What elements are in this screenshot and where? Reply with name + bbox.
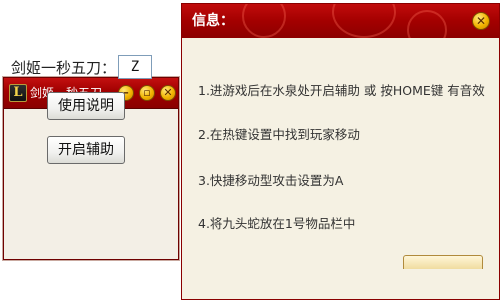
close-icon[interactable]: ✕ (160, 85, 176, 101)
info-titlebar[interactable]: 信息： ✕ (182, 4, 499, 38)
instruction-line: 1.进游戏后在水泉处开启辅助 或 按HOME键 有音效 (198, 83, 485, 98)
instruction-line: 2.在热键设置中找到玩家移动 (198, 127, 360, 142)
confirm-button[interactable] (403, 255, 483, 269)
maximize-icon[interactable]: ▫ (139, 85, 155, 101)
instruction-line: 4.将九头蛇放在1号物品栏中 (198, 216, 356, 231)
close-icon[interactable]: ✕ (472, 12, 490, 30)
desktop: 信息： ✕ 1.进游戏后在水泉处开启辅助 或 按HOME键 有音效 2.在热键设… (0, 0, 500, 300)
titlebar-ornament (407, 10, 447, 38)
info-window: 信息： ✕ 1.进游戏后在水泉处开启辅助 或 按HOME键 有音效 2.在热键设… (181, 3, 500, 300)
hotkey-label: 剑姬一秒五刀： (11, 59, 117, 77)
hotkey-input[interactable]: Z (118, 55, 152, 79)
start-assist-button[interactable]: 开启辅助 (47, 136, 125, 164)
instruction-line: 3.快捷移动型攻击设置为A (198, 173, 344, 188)
titlebar-ornament (242, 4, 286, 38)
help-button[interactable]: 使用说明 (47, 92, 125, 120)
info-title: 信息： (192, 13, 234, 29)
titlebar-ornament (332, 4, 396, 38)
app-logo-icon: L (9, 84, 27, 102)
